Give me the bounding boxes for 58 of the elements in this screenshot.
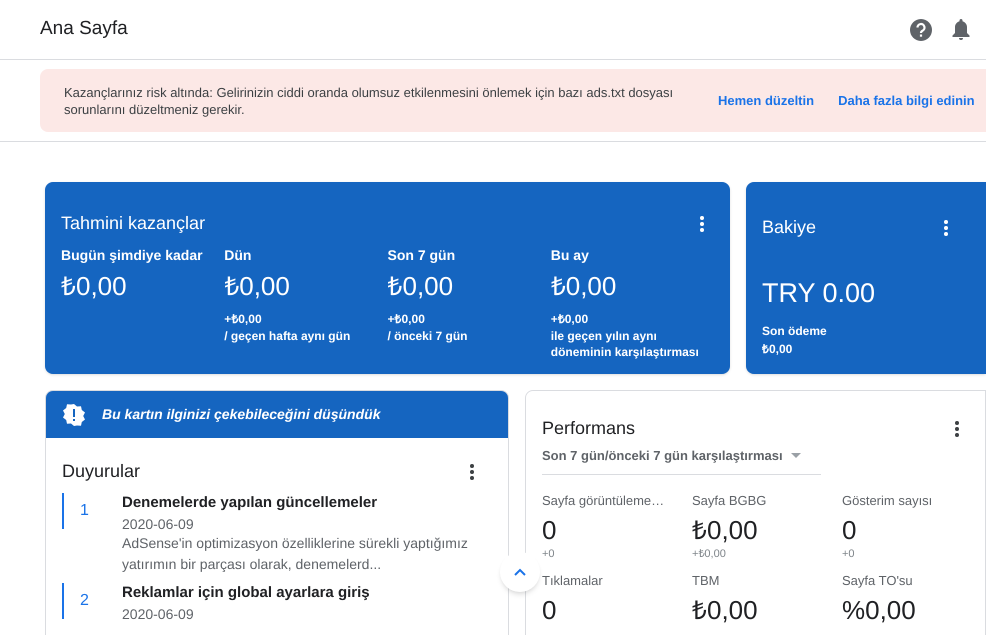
suggestion-text: Bu kartın ilginizi çekebileceğini düşündük [102,405,380,424]
metric-label: Tıklamalar [542,572,604,590]
announcement-summary: AdSense'in optimizasyon özelliklerine sürekli yaptığımız yatırımın bir parçası olarak, denemelerd... [122,534,469,574]
announcement-date: 2020-06-09 [122,605,195,623]
metric-value: %0,00 [842,594,917,626]
card-title: Performans [542,417,636,440]
metric-label: Sayfa görüntüleme… [542,492,666,510]
change-value: +₺0,00 [224,311,263,328]
balance-value: TRY 0.00 [762,277,876,310]
comparison-text: / önceki 7 gün [388,328,469,344]
more-vert-icon [470,464,474,480]
metric-value: ₺0,00 [692,594,759,626]
period-label: Son 7 gün [388,246,456,265]
metric-value: 0 [542,594,558,626]
metric-value: 0 [842,514,858,546]
last-payment-label: Son ödeme [762,322,828,340]
more-vert-icon [944,220,948,236]
period-label: Bugün şimdiye kadar [61,246,204,265]
help-icon[interactable] [910,18,932,40]
comparison-text: / geçen hafta aynı gün [224,328,352,344]
item-number: 2 [80,591,89,611]
metric-change: +0 [842,547,856,562]
chevron-up-icon [514,568,526,576]
page-title: Ana Sayfa [40,17,129,42]
alert-link[interactable]: Daha fazla bilgi edinin [838,90,975,110]
metric-label: Sayfa BGBG [692,492,768,510]
item-number: 1 [80,501,89,521]
earnings-value: ₺0,00 [550,270,618,302]
card-title: Duyurular [62,460,142,483]
metric-change: +₺0,00 [692,547,727,562]
card-title: Bakiye [762,216,818,239]
period-dropdown[interactable]: Son 7 gün/önceki 7 gün karşılaştırması [542,446,821,474]
metric-value: 0 [542,514,558,546]
card-title: Tahmini kazançlar [61,212,206,235]
more-vert-icon [700,216,704,232]
alert-message: Kazançlarınız risk altında: Gelirinizin ciddi oranda olumsuz etkilenmesini önlemek için bazı ads.txt dosyası sorunlarını düzeltmeniz gerekir. [64,84,674,118]
change-value: +₺0,00 [388,311,426,328]
announcement-title[interactable]: Reklamlar için global ayarlara giriş [122,583,492,603]
alert-badge-icon [62,402,86,426]
metric-label: TBM [692,572,720,590]
metric-label: Gösterim sayısı [842,492,934,510]
more-vert-icon [955,420,959,436]
earnings-value: ₺0,00 [388,270,454,302]
alert-link[interactable]: Hemen düzeltin [718,90,814,110]
metric-change: +0 [542,547,556,562]
comparison-text: ile geçen yılın aynı döneminin karşılaştırması [550,328,700,360]
last-payment-value: ₺0,00 [762,340,794,358]
announcement-title[interactable]: Denemelerde yapılan güncellemeler [122,493,492,513]
earnings-value: ₺0,00 [61,270,128,302]
period-label: Bu ay [550,246,590,265]
announcement-date: 2020-06-09 [122,515,195,533]
period-label: Dün [224,246,252,265]
notification-bell-icon[interactable] [952,19,970,40]
metric-label: Sayfa TO'su [842,572,914,590]
earnings-value: ₺0,00 [224,270,291,302]
change-value: +₺0,00 [550,311,590,328]
metric-value: ₺0,00 [692,514,759,546]
dropdown-caret-icon [790,453,801,458]
